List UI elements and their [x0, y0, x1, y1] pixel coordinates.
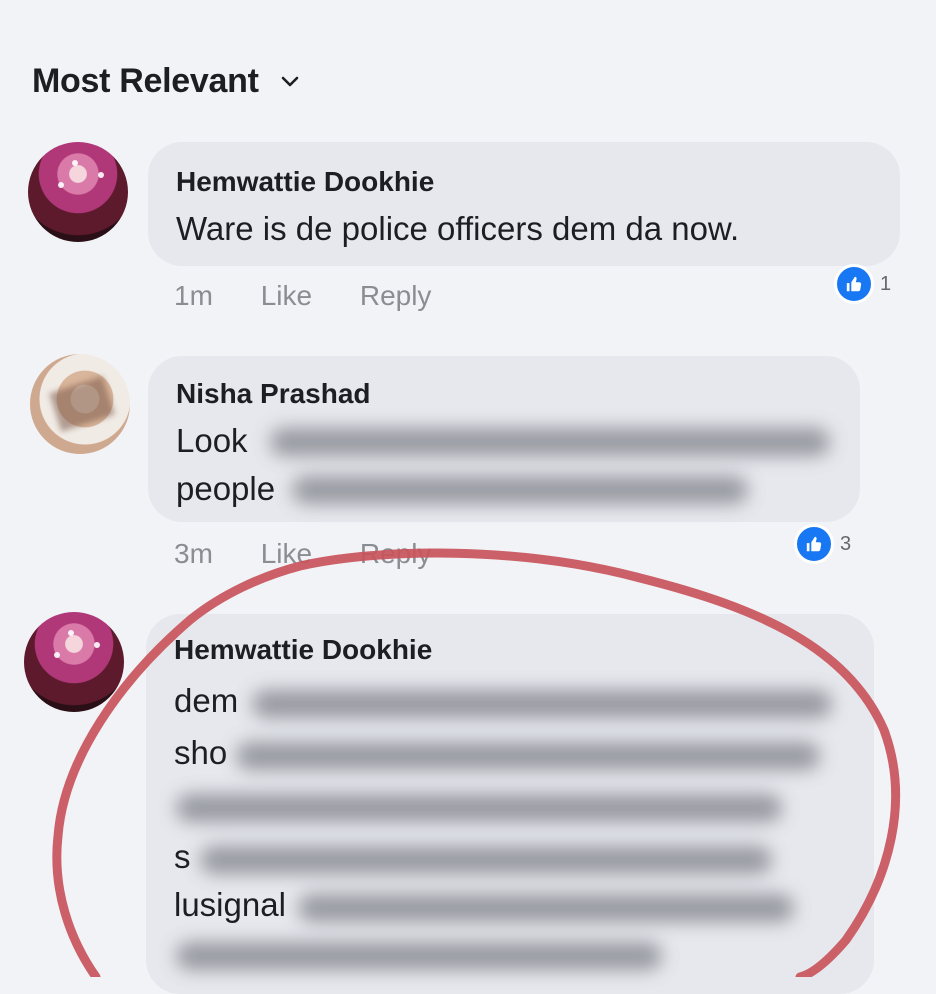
annotation-circle: [52, 548, 901, 977]
